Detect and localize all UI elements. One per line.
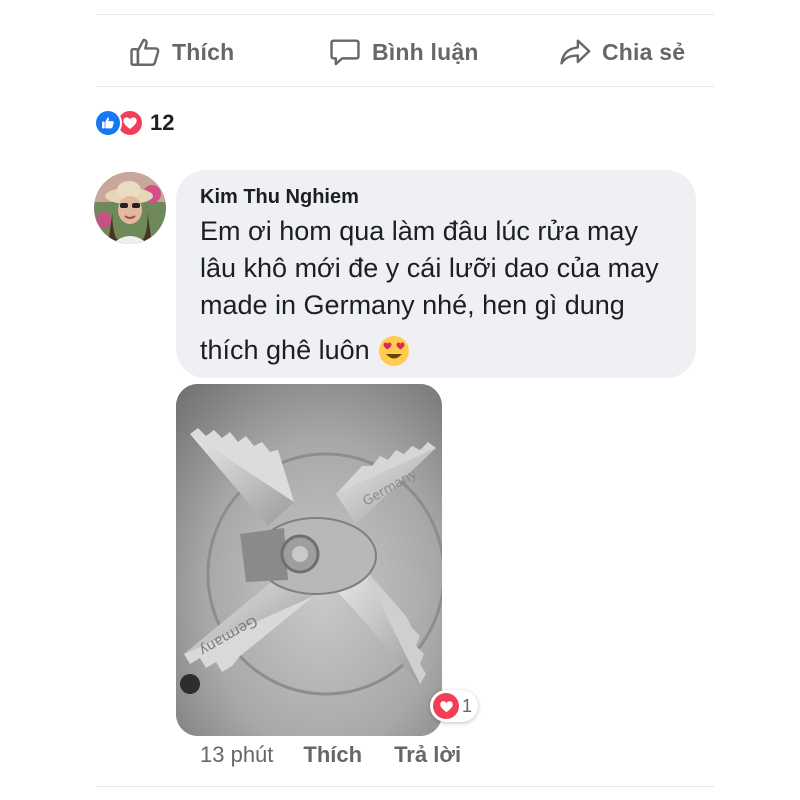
comment-label: Bình luận (372, 38, 479, 65)
reaction-count: 12 (150, 110, 175, 135)
avatar[interactable] (94, 172, 166, 244)
like-label: Thích (172, 38, 235, 65)
action-divider (96, 86, 714, 87)
comment-photo[interactable]: Germany Germany (176, 384, 442, 736)
share-label: Chia sẻ (602, 38, 686, 65)
comment-line: thích ghê luôn (200, 335, 370, 365)
comment-reaction-pill[interactable]: 1 (430, 690, 479, 722)
like-reaction-icon (94, 109, 122, 137)
comment-button[interactable]: Bình luận (328, 28, 479, 76)
share-button[interactable]: Chia sẻ (558, 28, 685, 76)
love-reaction-icon (433, 693, 459, 719)
comment-reaction-count: 1 (462, 695, 473, 716)
comment-reply-link[interactable]: Trả lời (394, 742, 461, 768)
comment-text: Em ơi hom qua làm đâu lúc rửa may lâu kh… (200, 213, 674, 369)
comment-line: lâu khô mới đe y cái lưỡi dao của may (200, 253, 659, 283)
top-divider (96, 14, 714, 15)
comment-meta: 13 phút Thích Trả lời (200, 740, 493, 770)
comment-line: Em ơi hom qua làm đâu lúc rửa may (200, 216, 638, 246)
like-button[interactable]: Thích (128, 28, 234, 76)
heart-eyes-icon (378, 335, 409, 366)
comment-line: made in Germany nhé, hen gì dung (200, 290, 625, 320)
post-action-bar: Thích Bình luận Chia sẻ (96, 28, 714, 76)
thumbs-up-icon (130, 38, 160, 66)
comment-like-link[interactable]: Thích (303, 742, 362, 768)
comment-icon (330, 39, 360, 66)
comment-author[interactable]: Kim Thu Nghiem (200, 186, 674, 209)
post-reactions[interactable]: 12 (94, 108, 174, 138)
comment-timestamp[interactable]: 13 phút (200, 742, 273, 768)
share-arrow-icon (560, 39, 591, 65)
bottom-divider (96, 786, 714, 787)
comment-bubble: Kim Thu Nghiem Em ơi hom qua làm đâu lúc… (176, 170, 696, 378)
